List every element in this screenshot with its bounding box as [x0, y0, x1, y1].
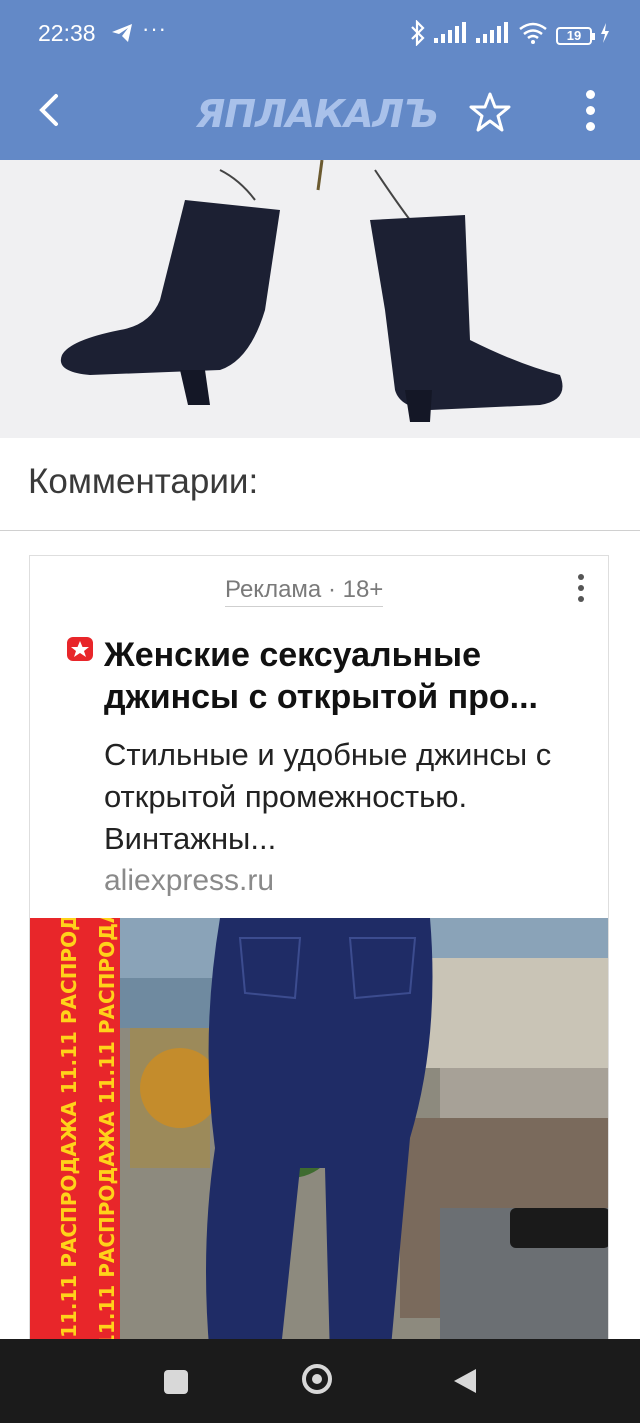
- ad-description[interactable]: Стильные и удобные джинсы с открытой про…: [104, 734, 596, 860]
- more-vert-icon[interactable]: [578, 90, 602, 134]
- status-time: 22:38: [38, 20, 96, 46]
- ad-banner-text: 11.11 РАСПРОДАЖА 11.11 РАСПРОДАЖА: [95, 918, 119, 1348]
- ad-card[interactable]: Реклама · 18+ Женские сексуальные джинсы…: [29, 555, 609, 1355]
- app-logo[interactable]: ЯПЛАКАЛЪ: [196, 92, 439, 136]
- star-icon[interactable]: [468, 90, 512, 139]
- charging-icon: [600, 23, 610, 48]
- back-triangle-icon[interactable]: [452, 1367, 478, 1400]
- more-notifications-icon: ···: [142, 16, 167, 41]
- bluetooth-icon: [410, 19, 426, 51]
- back-arrow-icon[interactable]: [30, 90, 70, 130]
- boots-image: [0, 160, 640, 438]
- status-right-icons: 19: [410, 19, 610, 51]
- ad-source-icon: [66, 636, 94, 667]
- divider: [0, 530, 640, 531]
- battery-icon: 19: [556, 26, 595, 45]
- signal-icon: [476, 22, 510, 49]
- ad-image[interactable]: 11.11 РАСПРОДАЖА 11.11 РАСПРОДАЖА 11.11 …: [30, 918, 608, 1354]
- ad-label: Реклама · 18+: [225, 576, 384, 607]
- navigation-bar: [0, 1339, 640, 1423]
- telegram-icon: [110, 22, 134, 49]
- ad-more-icon[interactable]: [576, 574, 586, 607]
- recents-square-icon[interactable]: [164, 1370, 188, 1394]
- post-image: [0, 160, 640, 438]
- comments-title: Комментарии:: [28, 462, 259, 501]
- ad-domain[interactable]: aliexpress.ru: [104, 864, 274, 898]
- ad-headline[interactable]: Женские сексуальные джинсы с открытой пр…: [104, 634, 596, 718]
- app-bar: ЯПЛАКАЛЪ: [0, 70, 640, 160]
- home-circle-icon[interactable]: [302, 1364, 332, 1394]
- ad-banner-text: 11.11 РАСПРОДАЖА 11.11 РАСПРОДАЖА: [57, 918, 81, 1338]
- top-bar: 22:38 ··· 19 ЯПЛАКАЛЪ: [0, 0, 640, 160]
- wifi-icon: [518, 22, 548, 49]
- signal-icon: [434, 22, 468, 49]
- status-bar: 22:38 ··· 19: [0, 0, 640, 70]
